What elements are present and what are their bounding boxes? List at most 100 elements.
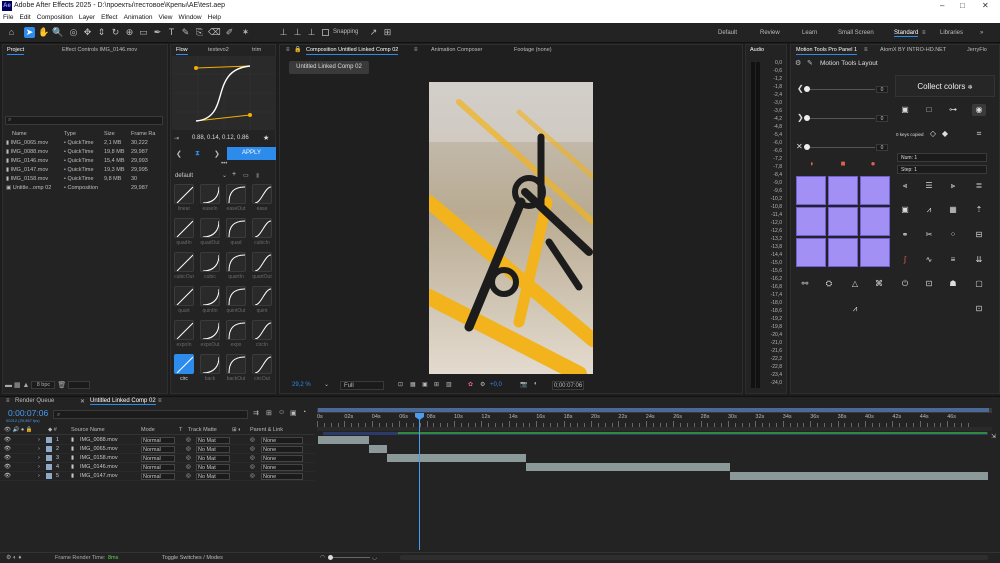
menu-animation[interactable]: Animation bbox=[124, 14, 153, 21]
collect-settings-icon[interactable]: ❄ bbox=[968, 85, 973, 91]
clip-bar-3[interactable] bbox=[387, 454, 526, 462]
layer-row[interactable]: 👁 › 4 ▮ IMG_0146.mov Normal ◎ No Mat ◎ None bbox=[0, 463, 315, 472]
col-track-matte[interactable]: Track Matte bbox=[188, 427, 217, 433]
hand-tool-icon[interactable]: ✋ bbox=[38, 27, 49, 38]
toggle-switches-modes[interactable]: Toggle Switches / Modes bbox=[162, 555, 223, 561]
menu-edit[interactable]: Edit bbox=[19, 14, 30, 21]
parent-pickwhip-icon[interactable]: ◎ bbox=[250, 454, 255, 463]
guides-icon[interactable]: ⊞ bbox=[434, 381, 439, 388]
zoom-tool-icon[interactable]: 🔍 bbox=[52, 27, 63, 38]
parent-select[interactable]: None bbox=[261, 473, 303, 480]
project-item[interactable]: ▮ IMG_0146.mov ▪ QuickTime 15,4 MB 29,993 bbox=[4, 156, 157, 165]
anchor-top-left[interactable] bbox=[796, 176, 826, 205]
anchor-bottom-right[interactable] bbox=[860, 238, 890, 267]
layer-name[interactable]: IMG_0146.mov bbox=[80, 463, 118, 472]
axis-world-icon[interactable]: ⊥ bbox=[292, 27, 303, 38]
grid-split-icon[interactable]: ▦ bbox=[946, 204, 960, 216]
rectangle-tool-icon[interactable]: ▭ bbox=[138, 27, 149, 38]
color-square-icon[interactable]: ■ bbox=[836, 158, 850, 170]
pan-tool-icon[interactable]: ✥ bbox=[82, 27, 93, 38]
trash-icon[interactable]: 🗑 bbox=[57, 382, 66, 389]
type-tool-icon[interactable]: T bbox=[166, 27, 177, 38]
parent-pickwhip-icon[interactable]: ◎ bbox=[250, 472, 255, 481]
color-circle-icon[interactable]: ● bbox=[866, 158, 880, 170]
dolly-tool-icon[interactable]: ⇕ bbox=[96, 27, 107, 38]
tab-trim[interactable]: trim bbox=[252, 46, 261, 55]
easing-preset-1[interactable] bbox=[200, 184, 220, 204]
parent-pickwhip-icon[interactable]: ◎ bbox=[250, 463, 255, 472]
preset-select[interactable]: default bbox=[175, 173, 193, 179]
track-matte-select[interactable]: No Mat bbox=[196, 455, 230, 462]
easing-preset-13[interactable] bbox=[200, 286, 220, 306]
blend-mode-select[interactable]: Normal bbox=[141, 446, 175, 453]
track-matte-select[interactable]: No Mat bbox=[196, 446, 230, 453]
layer-row[interactable]: 👁 › 1 ▮ IMG_0088.mov Normal ◎ No Mat ◎ None bbox=[0, 436, 315, 445]
easing-preset-11[interactable] bbox=[252, 252, 272, 272]
layer-row[interactable]: 👁 › 5 ▮ IMG_0147.mov Normal ◎ No Mat ◎ None bbox=[0, 472, 315, 481]
frame-blend-icon[interactable]: ▣ bbox=[290, 409, 297, 417]
blend-mode-select[interactable]: Normal bbox=[141, 455, 175, 462]
wave-icon[interactable]: ∿ bbox=[922, 254, 936, 266]
menu-window[interactable]: Window bbox=[179, 14, 202, 21]
project-item[interactable]: ▮ IMG_0065.mov ▪ QuickTime 2,1 MB 30,222 bbox=[4, 138, 157, 147]
layer-name[interactable]: IMG_0088.mov bbox=[80, 436, 118, 445]
square-outline-icon[interactable]: □ bbox=[922, 104, 936, 116]
ease-in-icon[interactable]: ❮ bbox=[176, 150, 182, 158]
parent-select[interactable]: None bbox=[261, 437, 303, 444]
edit-pencil-icon[interactable]: ✎ bbox=[807, 59, 813, 67]
workspace-review[interactable]: Review bbox=[760, 30, 780, 36]
slider-thumb-1[interactable] bbox=[804, 86, 810, 92]
layer-name[interactable]: IMG_0065.mov bbox=[80, 445, 118, 454]
add-preset-icon[interactable]: + bbox=[232, 171, 236, 178]
flow-import-icon[interactable]: ⇥ bbox=[174, 135, 179, 142]
tab-motion-tools[interactable]: Motion Tools Pro Panel 1 bbox=[796, 46, 858, 55]
show-snapshot-icon[interactable]: ◐ bbox=[534, 381, 538, 387]
favorite-icon[interactable]: ★ bbox=[263, 134, 269, 142]
easing-preset-0[interactable] bbox=[174, 184, 194, 204]
slider-track-3[interactable] bbox=[805, 147, 875, 148]
comp-close-icon[interactable]: ≡ bbox=[414, 46, 418, 55]
easing-preset-2[interactable] bbox=[226, 184, 246, 204]
track-matte-link-icon[interactable]: ◎ bbox=[186, 436, 191, 445]
easing-preset-15[interactable] bbox=[252, 286, 272, 306]
track-matte-link-icon[interactable]: ◎ bbox=[186, 463, 191, 472]
timeline-close-icon[interactable]: ✕ bbox=[80, 398, 85, 405]
blend-mode-select[interactable]: Normal bbox=[141, 464, 175, 471]
zoom-slider-track[interactable] bbox=[330, 557, 370, 558]
easing-preset-18[interactable] bbox=[226, 320, 246, 340]
grid-icon[interactable]: ▥ bbox=[446, 381, 452, 388]
project-item[interactable]: ▣ Untitle...omp 02 ▪ Composition 29,987 bbox=[4, 183, 157, 192]
easing-preset-17[interactable] bbox=[200, 320, 220, 340]
timeline-search-input[interactable]: ⌕ bbox=[53, 410, 248, 419]
work-area-range[interactable] bbox=[318, 408, 989, 412]
track-matte-select[interactable]: No Mat bbox=[196, 437, 230, 444]
flow-curve-graph[interactable] bbox=[172, 56, 276, 130]
tab-animation-composer[interactable]: Animation Composer bbox=[431, 46, 482, 55]
axis-view-icon[interactable]: ⊥ bbox=[306, 27, 317, 38]
home-icon[interactable]: ⌂ bbox=[6, 27, 17, 38]
visibility-eye-icon[interactable]: 👁 bbox=[4, 472, 11, 481]
workspace-menu-icon[interactable]: ≡ bbox=[922, 30, 926, 36]
tab-timeline-comp[interactable]: Untitled Linked Comp 02 bbox=[90, 398, 156, 405]
easing-preset-6[interactable] bbox=[226, 218, 246, 238]
easing-preset-4[interactable] bbox=[174, 218, 194, 238]
anchor-bottom-center[interactable] bbox=[828, 238, 858, 267]
tab-project[interactable]: Project bbox=[7, 46, 25, 55]
menu-layer[interactable]: Layer bbox=[79, 14, 95, 21]
easing-preset-19[interactable] bbox=[252, 320, 272, 340]
folder-icon[interactable]: ▬ bbox=[5, 382, 12, 389]
num-field[interactable]: Num: 1 bbox=[897, 153, 987, 162]
rotate-tool-icon[interactable]: ↻ bbox=[110, 27, 121, 38]
align-right-icon[interactable]: ⫸ bbox=[946, 180, 960, 192]
playhead[interactable] bbox=[419, 413, 420, 550]
clip-bar-1[interactable] bbox=[318, 436, 369, 444]
parent-icon[interactable]: ⛭ bbox=[822, 278, 836, 290]
visibility-eye-icon[interactable]: 👁 bbox=[4, 454, 11, 463]
parent-select[interactable]: None bbox=[261, 455, 303, 462]
add-icon[interactable]: ⊡ bbox=[972, 303, 986, 315]
power-icon[interactable]: ⏻ bbox=[898, 278, 912, 290]
anchor-middle-right[interactable] bbox=[860, 207, 890, 236]
minimize-icon[interactable]: – bbox=[940, 0, 944, 12]
crop-icon[interactable]: ⌗ bbox=[972, 128, 986, 140]
motion-blur-icon[interactable]: ◔ bbox=[302, 409, 306, 416]
